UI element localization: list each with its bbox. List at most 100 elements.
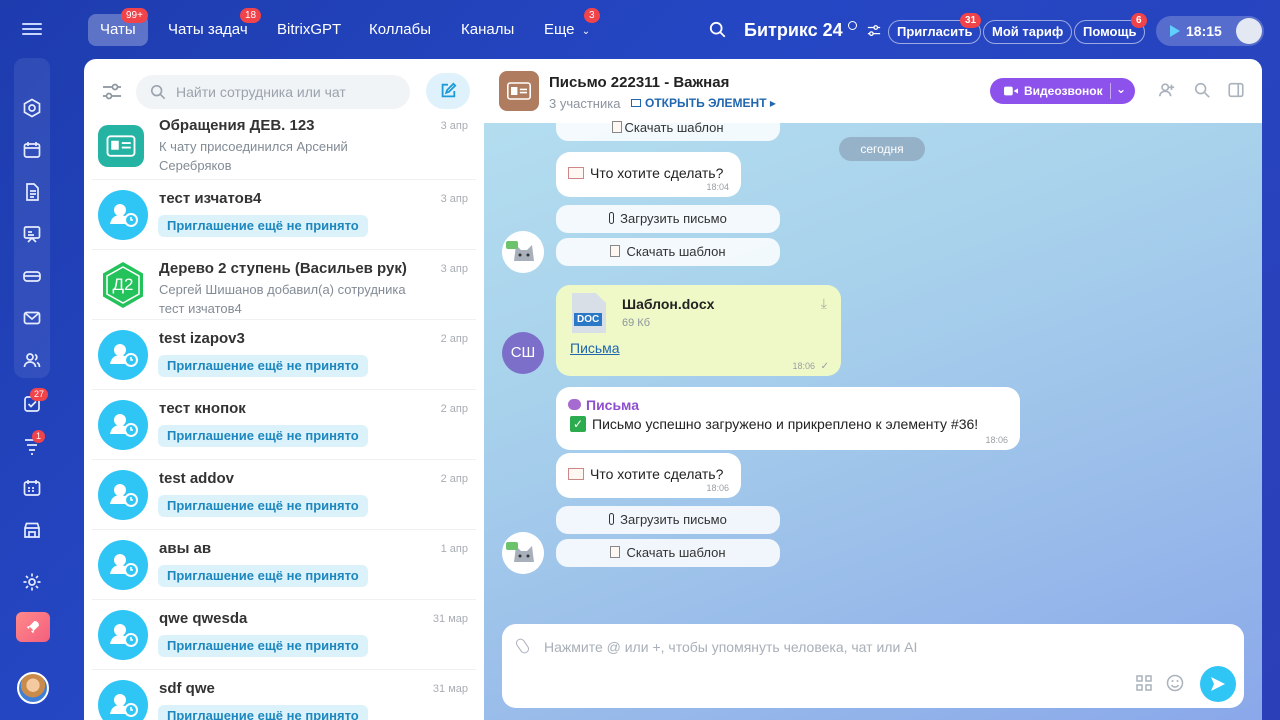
planner-icon[interactable] <box>20 476 44 500</box>
sliders-icon[interactable] <box>867 24 883 40</box>
search-placeholder: Найти сотрудника или чат <box>176 84 346 100</box>
sidebar-toggle-icon[interactable] <box>1227 81 1247 101</box>
my-tariff-button[interactable]: Мой тариф <box>983 20 1073 44</box>
chat-list-panel: Найти сотрудника или чат Обращения ДЕВ. … <box>84 59 484 720</box>
button-label: Скачать шаблон <box>626 244 726 259</box>
chat-date: 2 апр <box>440 333 468 345</box>
worktime-button[interactable]: 18:15 <box>1156 16 1264 46</box>
store-icon[interactable] <box>20 518 44 542</box>
invite-status: Приглашение ещё не принято <box>158 495 368 517</box>
sender-avatar[interactable]: СШ <box>502 332 544 374</box>
drive-icon[interactable] <box>20 264 44 288</box>
chat-list-item[interactable]: авы ав 1 апр Приглашение ещё не принято <box>92 530 476 600</box>
funnel-badge: 1 <box>32 430 46 443</box>
tab-channels[interactable]: Каналы <box>449 14 526 46</box>
contacts-icon[interactable] <box>20 348 44 372</box>
cat-bot-icon <box>502 231 544 273</box>
chat-list-item[interactable]: Обращения ДЕВ. 123 3 апр К чату присоеди… <box>92 111 476 180</box>
tab-collabs[interactable]: Коллабы <box>357 14 443 46</box>
tab-bitrixgpt[interactable]: BitrixGPT <box>265 14 353 46</box>
chat-name: Обращения ДЕВ. 123 <box>159 117 315 134</box>
mail-icon[interactable] <box>20 306 44 330</box>
search-icon[interactable] <box>1193 81 1213 101</box>
chat-date: 3 апр <box>440 120 468 132</box>
download-template-button[interactable]: Скачать шаблон <box>556 238 780 266</box>
participants-count[interactable]: 3 участника <box>549 96 620 111</box>
new-chat-button[interactable] <box>426 73 470 109</box>
search-icon[interactable] <box>709 21 729 41</box>
paperclip-icon[interactable] <box>514 636 531 656</box>
help-label: Помощь <box>1083 24 1137 39</box>
chat-name: sdf qwe <box>159 680 215 697</box>
message-time: 18:06 <box>792 361 815 371</box>
chat-list-item[interactable]: test addov 2 апр Приглашение ещё не прин… <box>92 460 476 530</box>
chat-name: тест изчатов4 <box>159 190 262 207</box>
hexagon-icon[interactable] <box>20 96 44 120</box>
chat-header: Письмо 222311 - Важная 3 участника ОТКРЫ… <box>484 59 1262 123</box>
menu-icon[interactable] <box>22 20 42 40</box>
invite-button[interactable]: Пригласить 31 <box>888 13 982 44</box>
message-time: 18:06 <box>706 483 729 493</box>
send-button[interactable] <box>1200 666 1236 702</box>
message-time: 18:06 <box>985 435 1008 445</box>
chat-list-item[interactable]: тест кнопок 2 апр Приглашение ещё не при… <box>92 390 476 460</box>
download-icon[interactable]: ⤓ <box>821 295 827 312</box>
chat-icon <box>499 71 539 111</box>
emoji-icon[interactable] <box>1166 674 1184 692</box>
tab-more[interactable]: Еще ⌄ 3 <box>532 8 602 46</box>
help-badge: 6 <box>1131 13 1147 28</box>
invite-status: Приглашение ещё не принято <box>158 565 368 587</box>
document-icon[interactable] <box>20 180 44 204</box>
chat-list-item[interactable]: Д2 Дерево 2 ступень (Васильев рук) 3 апр… <box>92 250 476 320</box>
rocket-icon[interactable] <box>16 612 50 642</box>
file-link[interactable]: Письма <box>570 340 620 356</box>
profile-avatar[interactable] <box>1236 18 1262 44</box>
settings-icon[interactable] <box>20 570 44 594</box>
help-button[interactable]: Помощь 6 <box>1074 13 1147 44</box>
invite-status: Приглашение ещё не принято <box>158 215 368 237</box>
video-call-button[interactable]: Видеозвонок ⌄ <box>990 78 1135 104</box>
bot-avatar[interactable] <box>502 532 544 574</box>
chat-date: 1 апр <box>440 543 468 555</box>
chat-list-item[interactable]: sdf qwe 31 мар Приглашение ещё не принят… <box>92 670 476 720</box>
apps-grid-icon[interactable] <box>1136 675 1152 691</box>
presentation-icon[interactable] <box>20 222 44 246</box>
user-avatar[interactable] <box>17 672 49 704</box>
doc-file-icon[interactable]: DOC <box>572 293 606 333</box>
chat-avatar <box>98 125 144 167</box>
chat-avatar <box>98 540 148 590</box>
download-template-button[interactable]: Скачать шаблон <box>556 539 780 567</box>
play-icon <box>1170 25 1180 37</box>
chat-list-item[interactable]: test izapov3 2 апр Приглашение ещё не пр… <box>92 320 476 390</box>
chat-name: авы ав <box>159 540 212 557</box>
chat-date: 3 апр <box>440 263 468 275</box>
chat-date: 31 мар <box>432 613 468 625</box>
invite-status: Приглашение ещё не принято <box>158 635 368 657</box>
tab-chats[interactable]: Чаты 99+ <box>88 8 148 46</box>
add-user-icon[interactable] <box>1158 81 1178 101</box>
chat-list-item[interactable]: тест изчатов4 3 апр Приглашение ещё не п… <box>92 180 476 250</box>
tab-task-chats[interactable]: Чаты задач 18 <box>156 8 262 46</box>
chat-search-input[interactable]: Найти сотрудника или чат <box>136 75 410 109</box>
logo-text: Битрикс 24 <box>744 20 843 40</box>
file-name[interactable]: Шаблон.docx <box>622 296 714 312</box>
message-composer[interactable]: Нажмите @ или +, чтобы упомянуть человек… <box>502 624 1244 708</box>
open-element-link[interactable]: ОТКРЫТЬ ЭЛЕМЕНТ ▸ <box>631 96 776 110</box>
bitrix24-logo[interactable]: Битрикс 24 <box>744 20 857 41</box>
bot-name[interactable]: Письма <box>586 397 639 413</box>
chat-avatar <box>98 330 148 380</box>
upload-letter-button[interactable]: Загрузить письмо <box>556 205 780 233</box>
chat-name: test addov <box>159 470 235 487</box>
filter-icon[interactable] <box>102 83 122 101</box>
chat-avatar <box>98 680 148 720</box>
bot-avatar[interactable] <box>502 231 544 273</box>
cat-bot-icon <box>502 532 544 574</box>
upload-letter-button[interactable]: Загрузить письмо <box>556 506 780 534</box>
download-template-button[interactable]: Скачать шаблон <box>556 119 780 141</box>
chevron-down-icon[interactable]: ⌄ <box>1116 76 1126 102</box>
left-rail: 27 1 <box>0 0 64 720</box>
calendar-icon[interactable] <box>20 138 44 162</box>
chat-list-item[interactable]: qwe qwesda 31 мар Приглашение ещё не при… <box>92 600 476 670</box>
clock-icon <box>847 21 857 30</box>
paperclip-icon <box>609 212 615 224</box>
